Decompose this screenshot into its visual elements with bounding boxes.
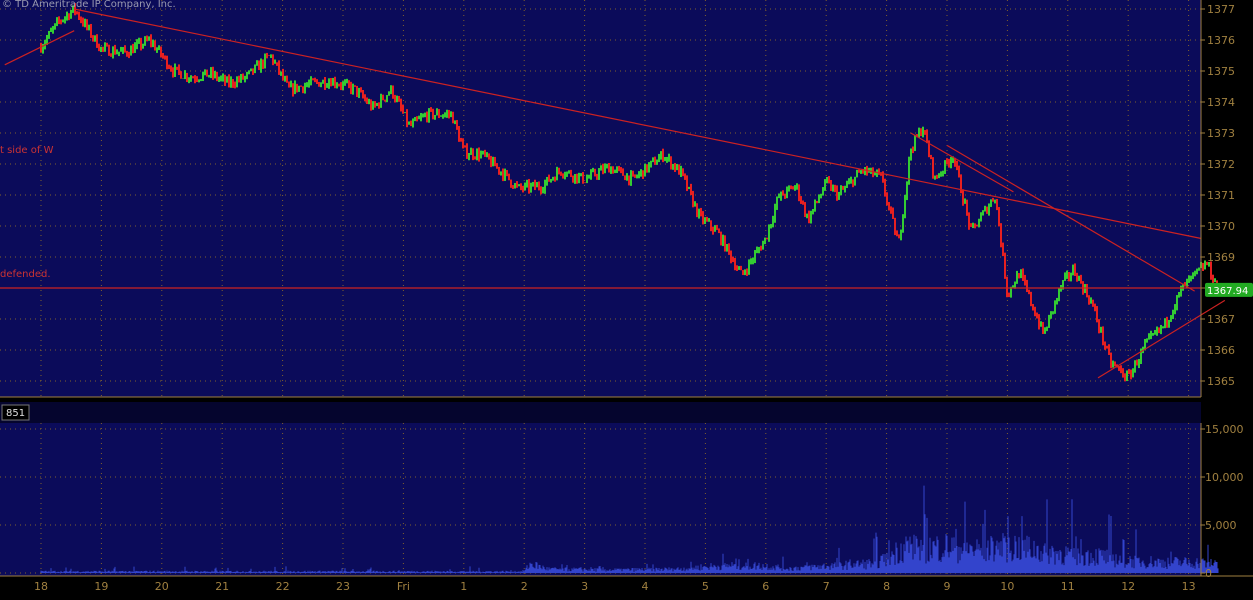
copyright-text: © TD Ameritrade IP Company, Inc. [2,0,176,10]
price-tick-label: 1376 [1207,34,1235,47]
time-tick-label: Fri [397,580,410,593]
last-price-value: 1367.94 [1207,286,1248,297]
time-tick-label: 23 [336,580,350,593]
time-tick-label: 21 [215,580,229,593]
price-tick-label: 1370 [1207,220,1235,233]
time-tick-label: 5 [702,580,709,593]
annotation-defended: defended. [0,269,51,280]
chart-canvas: 1365136613671368136913701371137213731374… [0,0,1253,593]
time-tick-label: 22 [276,580,290,593]
volume-tick-label: 10,000 [1205,471,1244,484]
time-tick-label: 11 [1061,580,1075,593]
time-tick-label: 20 [155,580,169,593]
stock-chart: 1365136613671368136913701371137213731374… [0,0,1253,596]
time-tick-label: 3 [581,580,588,593]
price-tick-label: 1377 [1207,3,1235,16]
time-tick-label: 7 [823,580,830,593]
price-tick-label: 1373 [1207,127,1235,140]
volume-panel-value: 851 [6,408,25,419]
volume-tick-label: 5,000 [1205,519,1237,532]
price-tick-label: 1367 [1207,313,1235,326]
price-tick-label: 1366 [1207,344,1235,357]
time-tick-label: 18 [34,580,48,593]
time-tick-label: 12 [1121,580,1135,593]
volume-header-bar [0,402,1201,423]
price-tick-label: 1375 [1207,65,1235,78]
annotation-w-side: t side of W [0,145,54,156]
price-tick-label: 1371 [1207,189,1235,202]
volume-panel-label: 851 [1,404,30,421]
time-tick-label: 10 [1000,580,1014,593]
price-tick-label: 1374 [1207,96,1235,109]
time-tick-label: 2 [521,580,528,593]
volume-plot-area [0,423,1201,576]
price-tick-label: 1372 [1207,158,1235,171]
time-tick-label: 4 [642,580,649,593]
time-tick-label: 1 [460,580,467,593]
time-tick-label: 9 [944,580,951,593]
price-tick-label: 1365 [1207,375,1235,388]
time-tick-label: 13 [1182,580,1196,593]
price-plot-area [0,0,1201,397]
time-tick-label: 6 [762,580,769,593]
volume-tick-label: 15,000 [1205,423,1244,436]
time-tick-label: 8 [883,580,890,593]
time-tick-label: 19 [94,580,108,593]
last-price-tag: 1367.94 [1205,282,1253,297]
price-tick-label: 1369 [1207,251,1235,264]
volume-tick-label: 0 [1205,567,1212,580]
